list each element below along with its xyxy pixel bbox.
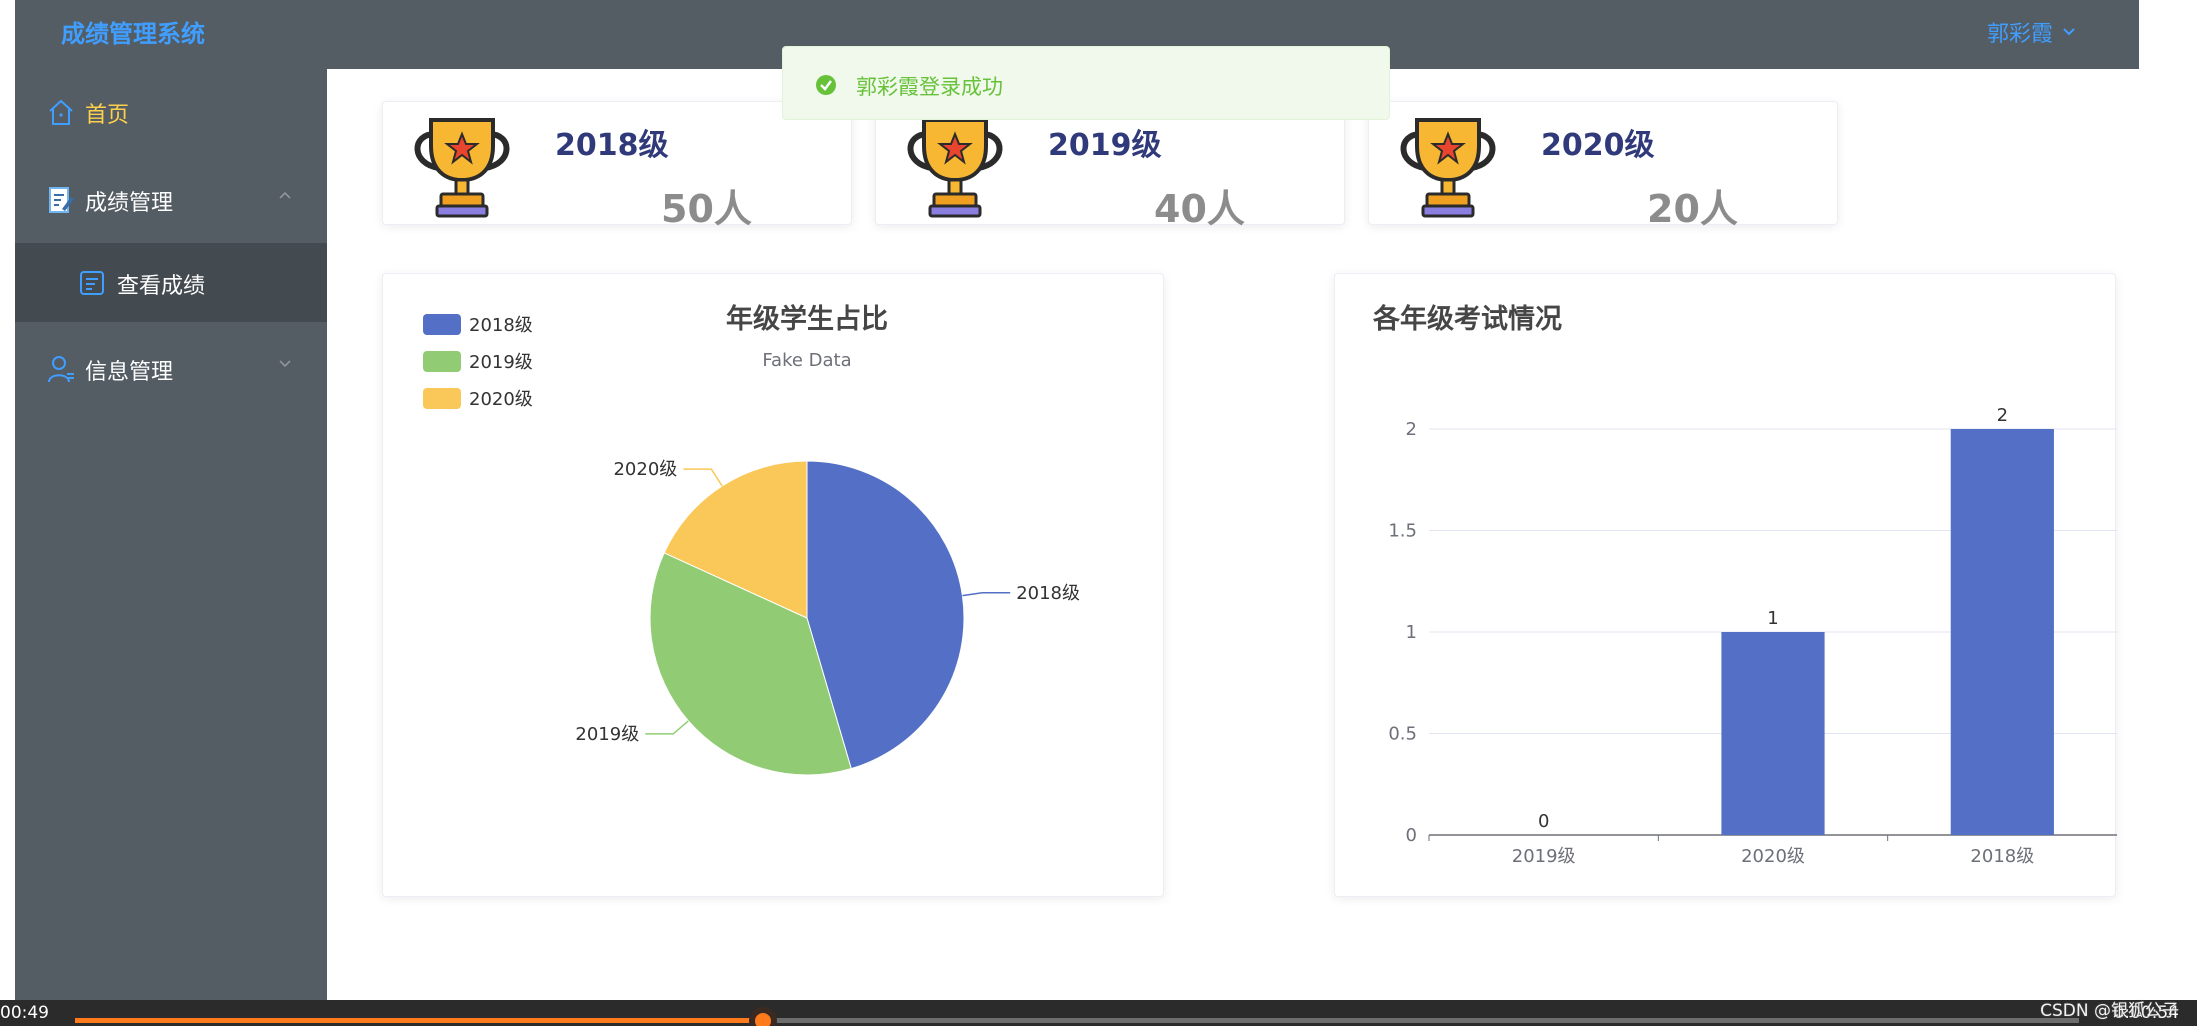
sidebar: 首页 成绩管理 查看成绩 信息管理 — [15, 69, 327, 1000]
y-tick-label: 1.5 — [1388, 521, 1417, 542]
x-tick-label: 2019级 — [1512, 846, 1576, 867]
stat-card-2018: 2018级 50人 — [382, 101, 852, 231]
progress-handle[interactable] — [749, 1007, 778, 1026]
bar-chart-card: 各年级考试情况 0 0.5 1 1.5 2 0 2019级 1 2020级 2 2018级 — [1334, 273, 2117, 897]
legend-label: 2018级 — [469, 315, 533, 336]
legend-swatch — [423, 388, 461, 409]
stat-count: 20人 — [1647, 187, 1738, 231]
y-tick-label: 1 — [1406, 622, 1417, 643]
check-circle-icon — [816, 75, 836, 95]
login-success-toast: 郭彩霞登录成功 — [782, 46, 1390, 120]
chevron-down-icon — [2063, 28, 2075, 36]
legend-swatch — [423, 351, 461, 372]
legend-label: 2020级 — [469, 389, 533, 410]
stat-grade: 2019级 — [1048, 128, 1162, 163]
toast-message: 郭彩霞登录成功 — [856, 75, 1003, 99]
legend-swatch — [423, 314, 461, 335]
y-tick-label: 2 — [1406, 419, 1417, 440]
pie-slice-label: 2019级 — [575, 724, 639, 745]
sidebar-item-info[interactable]: 信息管理 — [15, 326, 327, 412]
bar-value-label: 2 — [1997, 405, 2008, 426]
user-name: 郭彩霞 — [1986, 22, 2053, 47]
user-icon — [48, 356, 74, 383]
app-window: 成绩管理系统 郭彩霞 首页 成绩管理 查看成绩 信息管理 2018级 50人 2… — [15, 0, 2139, 1000]
screen: 成绩管理系统 郭彩霞 首页 成绩管理 查看成绩 信息管理 2018级 50人 2… — [0, 0, 2197, 1026]
watermark: CSDN @银狐公子 — [2040, 1001, 2179, 1021]
x-tick-label: 2018级 — [1970, 846, 2034, 867]
sidebar-item-label: 信息管理 — [85, 360, 174, 385]
progress-track[interactable] — [75, 1007, 2079, 1026]
bar — [1950, 429, 2054, 835]
chart-subtitle: Fake Data — [762, 350, 851, 371]
bar-chart: 各年级考试情况 0 0.5 1 1.5 2 0 2019级 1 2020级 2 2018级 — [1372, 303, 2117, 867]
sidebar-item-label: 首页 — [85, 103, 130, 128]
trophy-icon — [1400, 118, 1496, 218]
chevron-up-icon — [279, 191, 291, 199]
home-icon — [49, 99, 73, 125]
stat-card-2020: 2020级 20人 — [1368, 101, 1838, 231]
current-time: 00:49 — [0, 1003, 49, 1023]
pie-slice-label: 2018级 — [1016, 583, 1080, 604]
sidebar-item-grades[interactable]: 成绩管理 — [15, 157, 327, 243]
pie-leader-line — [683, 468, 723, 487]
sidebar-item-label: 成绩管理 — [85, 191, 174, 216]
bar-value-label: 1 — [1767, 608, 1778, 629]
legend-label: 2019级 — [469, 352, 533, 373]
stat-count: 40人 — [1154, 187, 1245, 231]
stat-count: 50人 — [661, 187, 752, 231]
pie-slice-label: 2020级 — [613, 459, 677, 480]
sidebar-item-label: 查看成绩 — [117, 274, 206, 299]
video-player-bar: 00:49 0:00:54 — [0, 1000, 2197, 1026]
pie-chart: 年级学生占比 Fake Data 2018级 2019级 2020级 2018级 2019级… — [423, 303, 1080, 776]
pie-leader-line — [962, 592, 1011, 597]
x-tick-label: 2020级 — [1741, 846, 1805, 867]
chevron-down-icon — [279, 360, 291, 368]
sidebar-item-home[interactable]: 首页 — [15, 69, 327, 155]
main-content: 2018级 50人 2019级 40人 2020级 20人 年级学生占比 Fak… — [327, 69, 2139, 1000]
bar — [1721, 632, 1825, 835]
edit-doc-icon — [49, 187, 74, 213]
y-tick-label: 0.5 — [1388, 724, 1417, 745]
user-menu[interactable]: 郭彩霞 — [1987, 16, 2077, 48]
notes-icon — [80, 271, 104, 295]
chart-title: 各年级考试情况 — [1372, 303, 1562, 335]
progress-played — [75, 1018, 764, 1023]
y-tick-label: 0 — [1406, 825, 1417, 846]
sidebar-subitem-view-grades[interactable]: 查看成绩 — [15, 243, 327, 322]
stat-grade: 2020级 — [1541, 128, 1655, 163]
stat-grade: 2018级 — [555, 128, 669, 163]
app-brand: 成绩管理系统 — [61, 20, 205, 48]
pie-chart-card: 年级学生占比 Fake Data 2018级 2019级 2020级 2018级 2019级… — [382, 273, 1164, 897]
bar-value-label: 0 — [1538, 811, 1549, 832]
trophy-icon — [907, 118, 1003, 218]
trophy-icon — [414, 118, 510, 218]
pie-leader-line — [645, 720, 689, 735]
chart-title: 年级学生占比 — [726, 303, 888, 335]
